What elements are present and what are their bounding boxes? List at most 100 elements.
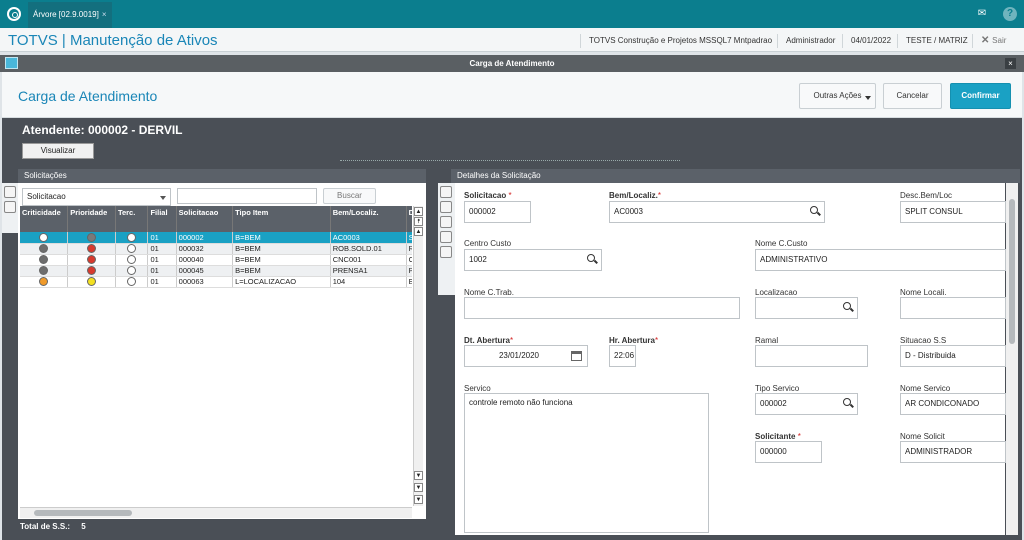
table-cell: 000063 xyxy=(176,276,234,288)
status-cell xyxy=(67,254,116,266)
window-close-icon[interactable]: × xyxy=(1005,58,1016,69)
table-cell: 000032 xyxy=(176,243,234,255)
status-cell xyxy=(115,232,149,244)
localizacao-field[interactable] xyxy=(755,297,858,319)
column-header[interactable]: Tipo Item xyxy=(232,206,331,232)
servico-textarea[interactable]: controle remoto não funciona xyxy=(464,393,709,533)
hr-abertura-label: Hr. Abertura* xyxy=(609,336,659,345)
priority-icon xyxy=(87,244,97,253)
desc-bem-field[interactable]: SPLIT CONSUL xyxy=(900,201,1006,223)
table-horizontal-scrollbar[interactable] xyxy=(20,507,412,518)
scroll-down-icon[interactable]: ▼ xyxy=(414,471,423,480)
column-header[interactable]: Bem/Localiz. xyxy=(330,206,407,232)
cancel-button[interactable]: Cancelar xyxy=(883,83,942,109)
calendar-icon[interactable] xyxy=(571,351,582,361)
table-cell: B=BEM xyxy=(232,265,331,277)
search-button[interactable]: Buscar xyxy=(323,188,376,204)
mail-icon[interactable]: ✉ xyxy=(975,7,989,21)
table-cell: E xyxy=(406,276,412,288)
column-header[interactable]: Prioridade xyxy=(67,206,116,232)
attachment-icon[interactable] xyxy=(440,246,452,258)
search-input[interactable] xyxy=(177,188,317,204)
exit-button[interactable]: ✕ Sair xyxy=(972,34,1006,48)
scroll-page-up-icon[interactable]: ▲ xyxy=(414,227,423,236)
info-icon[interactable] xyxy=(440,231,452,243)
other-actions-button[interactable]: Outras Ações xyxy=(799,83,876,109)
user-label: Administrador xyxy=(777,34,835,48)
table-cell: B=BEM xyxy=(232,243,331,255)
dt-abertura-field[interactable]: 23/01/2020 xyxy=(464,345,588,367)
servico-label: Servico xyxy=(464,384,491,393)
solicitacao-field[interactable]: 000002 xyxy=(464,201,531,223)
requests-panel-header: Solicitações xyxy=(18,169,426,183)
nome-ctrab-field[interactable] xyxy=(464,297,740,319)
totvs-logo-icon[interactable] xyxy=(7,7,21,21)
search-icon[interactable] xyxy=(843,302,851,310)
history-icon[interactable] xyxy=(440,186,452,198)
other-actions-label: Outras Ações xyxy=(813,91,862,100)
splitter-handle[interactable] xyxy=(340,160,680,162)
search-icon[interactable] xyxy=(843,398,851,406)
status-cell xyxy=(67,243,116,255)
scroll-top-icon[interactable]: ⯭ xyxy=(414,217,423,226)
tipo-servico-field[interactable]: 000002 xyxy=(755,393,858,415)
solicitante-field[interactable]: 000000 xyxy=(755,441,822,463)
centro-custo-field[interactable]: 1002 xyxy=(464,249,602,271)
document-icon[interactable] xyxy=(440,216,452,228)
table-cell: AC0003 xyxy=(330,232,407,244)
dt-abertura-label: Dt. Abertura* xyxy=(464,336,514,345)
nome-servico-field[interactable]: AR CONDICONADO xyxy=(900,393,1006,415)
table-cell: S xyxy=(406,232,412,244)
criticality-icon xyxy=(39,244,49,253)
table-row[interactable]: 01000063L=LOCALIZACAO104E xyxy=(20,276,412,288)
total-label: Total de S.S.: xyxy=(20,522,71,531)
table-row[interactable]: 01000040B=BEMCNC001C xyxy=(20,254,412,266)
table-row[interactable]: 01000045B=BEMPRENSA1P xyxy=(20,265,412,277)
column-header[interactable]: Solicitacao xyxy=(176,206,234,232)
scroll-bottom-icon[interactable]: ▼ xyxy=(414,483,423,492)
help-icon[interactable]: ? xyxy=(1003,7,1017,21)
app-title: TOTVS | Manutenção de Ativos xyxy=(8,32,218,49)
environment-label: TESTE / MATRIZ xyxy=(897,34,968,48)
table-cell: 000040 xyxy=(176,254,234,266)
hr-abertura-field[interactable]: 22:06 xyxy=(609,345,636,367)
situacao-field[interactable]: D - Distribuida xyxy=(900,345,1006,367)
status-cell xyxy=(115,254,149,266)
confirm-button[interactable]: Confirmar xyxy=(950,83,1011,109)
details-vertical-scrollbar[interactable] xyxy=(1006,183,1018,535)
nome-ccusto-field[interactable]: ADMINISTRATIVO xyxy=(755,249,1006,271)
total-requests: Total de S.S.: 5 xyxy=(20,522,86,531)
table-row[interactable]: 01000032B=BEMROB.SOLD.01R xyxy=(20,243,412,255)
horizontal-scroll-thumb[interactable] xyxy=(34,510,132,516)
users-icon[interactable] xyxy=(440,201,452,213)
report-icon[interactable] xyxy=(4,201,16,213)
table-row[interactable]: 01000002B=BEMAC0003S xyxy=(20,232,412,244)
column-header[interactable]: Filial xyxy=(147,206,177,232)
search-icon[interactable] xyxy=(810,206,818,214)
nome-solicit-label: Nome Solicit xyxy=(900,432,945,441)
column-header[interactable]: D xyxy=(406,206,412,232)
legend-icon[interactable] xyxy=(4,186,16,198)
details-scroll-thumb[interactable] xyxy=(1009,199,1015,344)
scroll-up-icon[interactable]: ▲ xyxy=(414,207,423,216)
status-cell xyxy=(20,265,69,277)
caret-down-icon xyxy=(160,196,166,200)
column-header[interactable]: Terc. xyxy=(115,206,149,232)
nome-locali-field[interactable] xyxy=(900,297,1006,319)
criticality-icon xyxy=(39,233,49,242)
scroll-page-down-icon[interactable]: ▼ xyxy=(414,495,423,504)
table-cell: P xyxy=(406,265,412,277)
ramal-field[interactable] xyxy=(755,345,868,367)
view-button[interactable]: Visualizar xyxy=(22,143,94,159)
tab-close-icon[interactable]: × xyxy=(102,10,107,19)
nome-solicit-field[interactable]: ADMINISTRADOR xyxy=(900,441,1006,463)
filter-select[interactable]: Solicitacao xyxy=(22,188,171,206)
priority-icon xyxy=(87,266,97,275)
search-icon[interactable] xyxy=(587,254,595,262)
third-party-icon xyxy=(127,255,137,264)
column-header[interactable]: Criticidade xyxy=(20,206,69,232)
tab-arvore[interactable]: Árvore [02.9.0019] × xyxy=(28,2,112,28)
bem-field[interactable]: AC0003 xyxy=(609,201,825,223)
table-vertical-scrollbar[interactable]: ▲ ⯭ ▲ ▼ ▼ ▼ xyxy=(413,206,423,506)
table-body: 01000002B=BEMAC0003S01000032B=BEMROB.SOL… xyxy=(20,232,412,288)
